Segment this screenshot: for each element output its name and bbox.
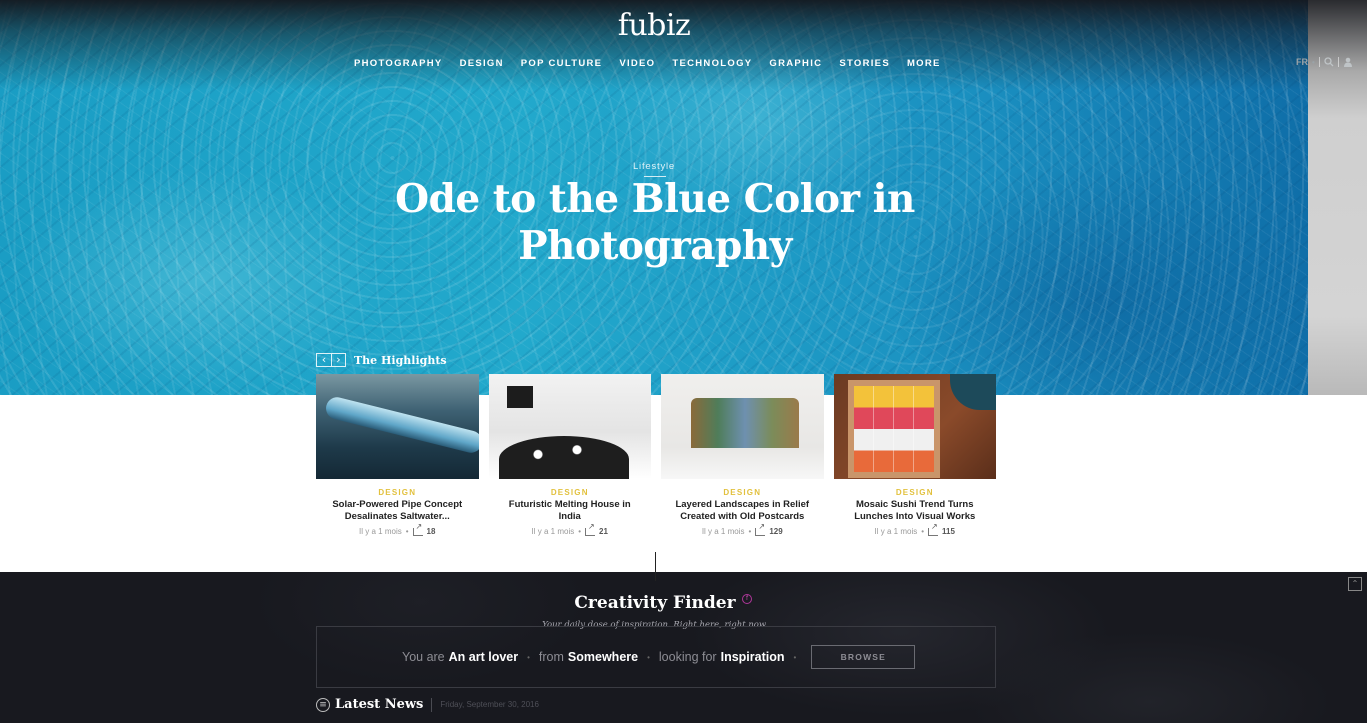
share-icon[interactable] xyxy=(412,522,423,536)
chevron-right-icon[interactable]: › xyxy=(331,354,345,366)
bullet: • xyxy=(793,652,797,662)
main-nav: PHOTOGRAPHY DESIGN POP CULTURE VIDEO TEC… xyxy=(354,58,958,70)
list-icon[interactable]: ≡ xyxy=(316,697,330,712)
card-title[interactable]: Solar-Powered Pipe Concept Desalinates S… xyxy=(316,499,479,523)
nav-stories[interactable]: STORIES xyxy=(839,58,890,70)
finder-box: You are An art lover • from Somewhere • … xyxy=(316,626,996,688)
meta-dot: • xyxy=(578,527,582,536)
share-count: 129 xyxy=(769,527,783,536)
card-category[interactable]: DESIGN xyxy=(489,488,652,497)
card-time: Il y a 1 mois xyxy=(359,527,402,536)
fubiz-badge-icon: f xyxy=(742,594,752,604)
meta-dot: • xyxy=(405,527,409,536)
latest-news-header: ≡ Latest News Friday, September 30, 2016 xyxy=(316,697,539,712)
card-title[interactable]: Futuristic Melting House in India xyxy=(489,499,652,523)
highlight-card[interactable]: DESIGN Futuristic Melting House in India… xyxy=(488,374,652,537)
card-meta: Il y a 1 mois • 129 xyxy=(661,522,824,537)
latest-news-date: Friday, September 30, 2016 xyxy=(440,700,539,709)
card-title[interactable]: Layered Landscapes in Relief Created wit… xyxy=(661,499,824,523)
card-thumbnail[interactable] xyxy=(316,374,479,479)
looking-for-select[interactable]: Inspiration xyxy=(721,650,785,664)
looking-for-label: looking for xyxy=(658,650,717,664)
meta-dot: • xyxy=(748,527,752,536)
card-meta: Il y a 1 mois • 21 xyxy=(489,522,652,537)
user-icon[interactable] xyxy=(1343,57,1353,67)
share-icon[interactable] xyxy=(585,522,596,536)
card-category[interactable]: DESIGN xyxy=(661,488,824,497)
share-count: 115 xyxy=(942,527,955,536)
hero-title[interactable]: Ode to the Blue Color in Photography xyxy=(354,176,956,270)
thumbnail-detail xyxy=(950,374,996,410)
latest-news-title[interactable]: Latest News xyxy=(335,697,423,712)
card-category[interactable]: DESIGN xyxy=(316,488,479,497)
nav-graphic[interactable]: GRAPHIC xyxy=(769,58,822,70)
creativity-finder-title: Creativity Finder xyxy=(574,593,736,613)
chevron-down-icon[interactable]: • xyxy=(1312,58,1315,67)
you-are-select[interactable]: An art lover xyxy=(449,650,518,664)
site-logo[interactable]: fubiz xyxy=(0,8,1308,43)
from-select[interactable]: Somewhere xyxy=(568,650,638,664)
highlight-card[interactable]: DESIGN Mosaic Sushi Trend Turns Lunches … xyxy=(833,374,997,537)
you-are-label: You are xyxy=(402,650,445,664)
section-divider-line xyxy=(655,552,656,581)
bullet: • xyxy=(647,652,650,662)
nav-pop-culture[interactable]: POP CULTURE xyxy=(521,58,603,70)
browse-button[interactable]: BROWSE xyxy=(811,645,916,669)
finder-form: You are An art lover • from Somewhere • … xyxy=(402,645,916,669)
divider xyxy=(1337,57,1339,67)
card-thumbnail[interactable] xyxy=(661,374,824,479)
divider xyxy=(431,697,433,712)
share-icon[interactable] xyxy=(755,522,766,536)
language-selector[interactable]: FR xyxy=(1296,57,1308,67)
hero-category[interactable]: Lifestyle xyxy=(0,161,1308,172)
share-count: 21 xyxy=(599,527,608,536)
highlights-header: ‹ › The Highlights xyxy=(316,353,447,367)
card-meta: Il y a 1 mois • 18 xyxy=(316,522,479,537)
nav-design[interactable]: DESIGN xyxy=(460,58,504,70)
from-label: from xyxy=(538,650,564,664)
search-icon[interactable] xyxy=(1324,57,1334,67)
card-time: Il y a 1 mois xyxy=(531,527,575,536)
highlight-card[interactable]: DESIGN Layered Landscapes in Relief Crea… xyxy=(661,374,824,536)
chevron-left-icon[interactable]: ‹ xyxy=(317,354,331,366)
card-title[interactable]: Mosaic Sushi Trend Turns Lunches Into Vi… xyxy=(834,499,997,523)
card-thumbnail[interactable] xyxy=(488,374,651,479)
highlight-card[interactable]: DESIGN Solar-Powered Pipe Concept Desali… xyxy=(316,374,479,536)
highlights-list: DESIGN Solar-Powered Pipe Concept Desali… xyxy=(316,374,996,536)
card-time: Il y a 1 mois xyxy=(701,527,745,536)
highlights-pager: ‹ › xyxy=(316,353,346,367)
meta-dot: • xyxy=(921,527,925,536)
nav-video[interactable]: VIDEO xyxy=(619,58,655,70)
nav-technology[interactable]: TECHNOLOGY xyxy=(672,58,752,70)
utility-bar: FR • xyxy=(1296,57,1353,67)
highlights-title: The Highlights xyxy=(354,353,447,367)
divider xyxy=(1318,57,1320,67)
bullet: • xyxy=(527,652,530,662)
share-icon[interactable] xyxy=(928,522,939,536)
nav-more[interactable]: MORE xyxy=(907,58,941,70)
nav-photography[interactable]: PHOTOGRAPHY xyxy=(354,58,443,70)
card-category[interactable]: DESIGN xyxy=(834,488,997,497)
card-time: Il y a 1 mois xyxy=(874,527,918,536)
card-meta: Il y a 1 mois • 115 xyxy=(834,522,997,537)
share-count: 18 xyxy=(426,527,436,536)
card-thumbnail[interactable] xyxy=(833,374,996,479)
collapse-icon[interactable]: ⌃ xyxy=(1348,577,1362,591)
